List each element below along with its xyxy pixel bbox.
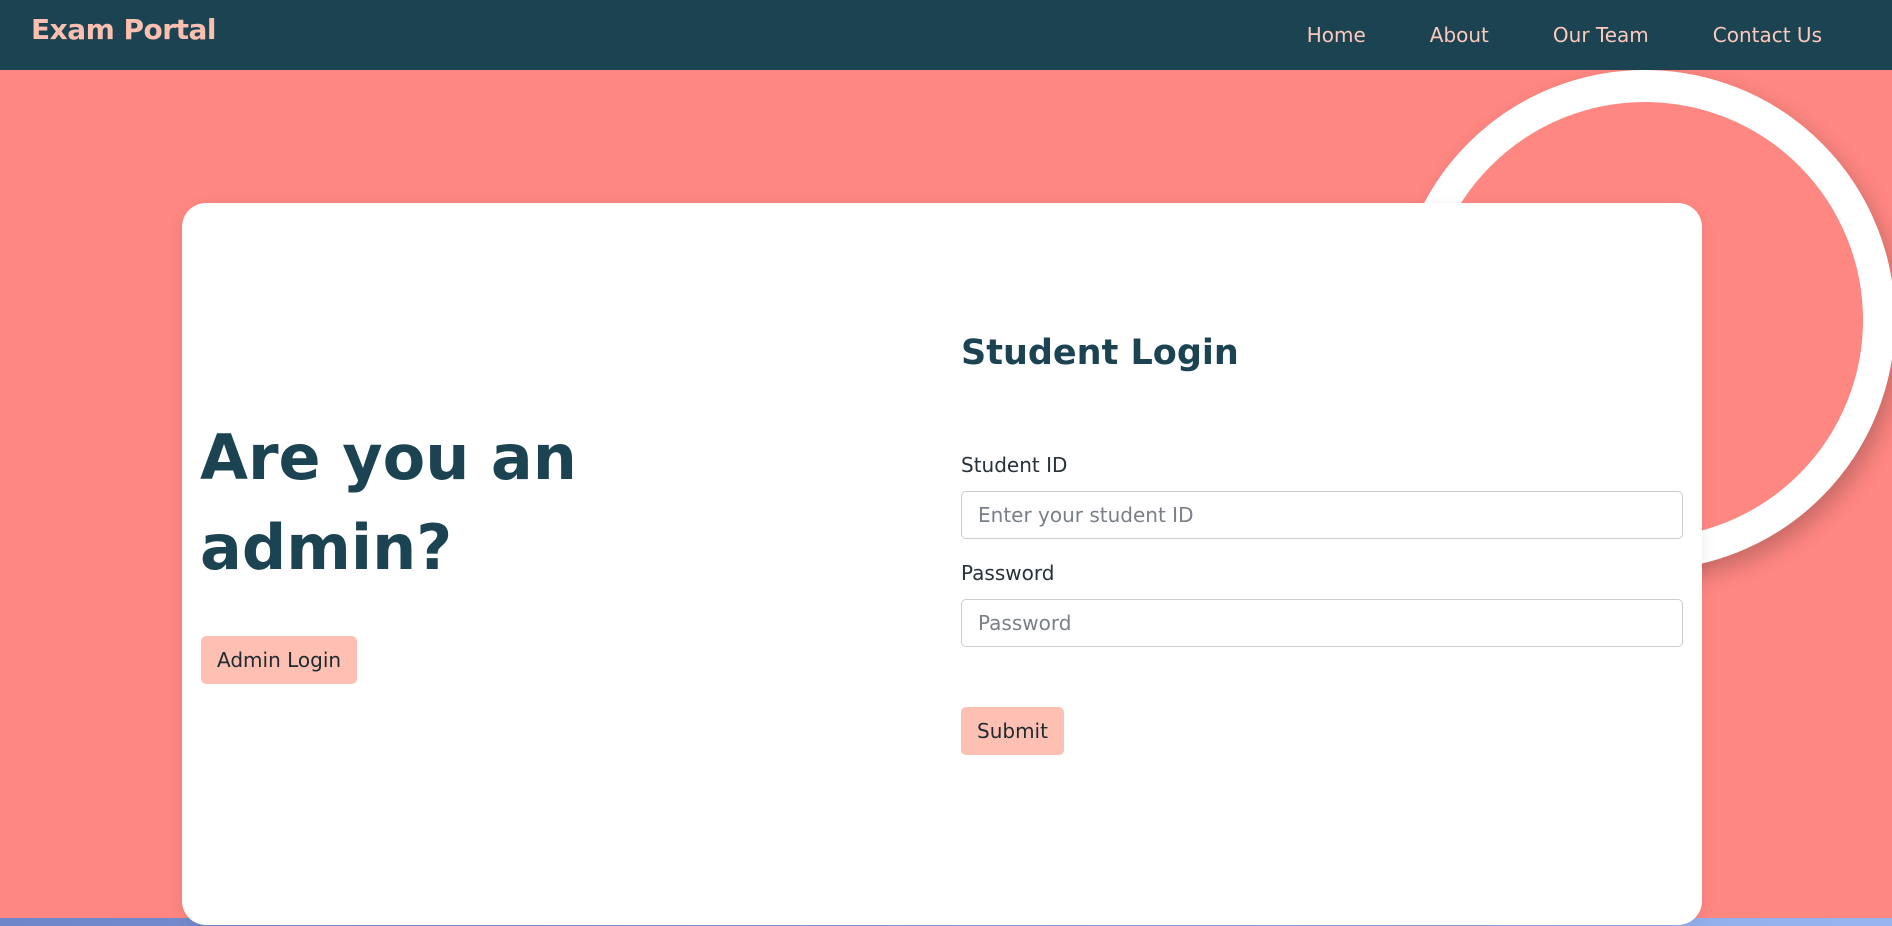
student-id-input[interactable] [961, 491, 1683, 539]
login-card: Are you an admin? Admin Login Student Lo… [182, 203, 1702, 925]
admin-login-button[interactable]: Admin Login [201, 636, 358, 684]
admin-heading: Are you an admin? [200, 421, 577, 584]
student-id-label: Student ID [961, 453, 1068, 477]
nav-link-contact-us[interactable]: Contact Us [1713, 23, 1822, 47]
nav-link-about[interactable]: About [1430, 23, 1489, 47]
nav-link-home[interactable]: Home [1307, 23, 1366, 47]
submit-button[interactable]: Submit [961, 707, 1064, 755]
password-input[interactable] [961, 599, 1683, 647]
nav-link-our-team[interactable]: Our Team [1553, 23, 1649, 47]
password-label: Password [961, 561, 1055, 585]
top-navbar: Exam Portal Home About Our Team Contact … [0, 0, 1892, 70]
student-login-title: Student Login [961, 333, 1239, 373]
nav-links: Home About Our Team Contact Us [1307, 0, 1822, 70]
brand-logo[interactable]: Exam Portal [31, 13, 216, 46]
